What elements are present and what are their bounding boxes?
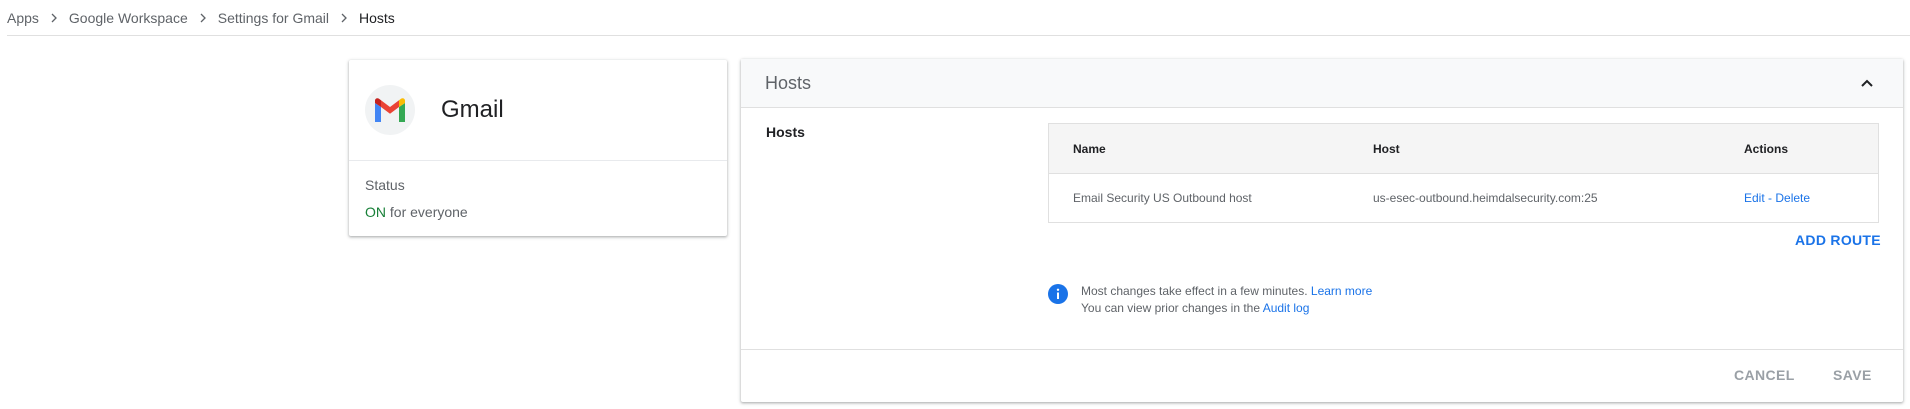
- hosts-table: Name Host Actions Email Security US Outb…: [1048, 123, 1879, 223]
- app-header: Gmail: [349, 60, 727, 161]
- table-row: Email Security US Outbound host us-esec-…: [1049, 174, 1878, 222]
- table-header: Name Host Actions: [1049, 124, 1878, 174]
- host-address-cell: us-esec-outbound.heimdalsecurity.com:25: [1373, 191, 1598, 205]
- actions-cell: Edit - Delete: [1720, 191, 1878, 205]
- cancel-button[interactable]: CANCEL: [1734, 367, 1795, 383]
- learn-more-link[interactable]: Learn more: [1311, 284, 1372, 298]
- save-button[interactable]: SAVE: [1833, 367, 1872, 383]
- delete-link[interactable]: Delete: [1775, 191, 1810, 205]
- chevron-right-icon: [44, 11, 64, 25]
- status-label: Status: [365, 177, 405, 193]
- panel-footer: CANCEL SAVE: [741, 349, 1903, 402]
- status-suffix: for everyone: [386, 204, 468, 220]
- info-line-1-text: Most changes take effect in a few minute…: [1081, 284, 1311, 298]
- column-header-name: Name: [1073, 141, 1106, 156]
- hosts-panel: Hosts Hosts Name Host Actions Email Secu…: [741, 59, 1903, 402]
- gmail-logo-icon: [365, 85, 415, 135]
- info-message: Most changes take effect in a few minute…: [1048, 283, 1372, 317]
- edit-link[interactable]: Edit: [1744, 191, 1765, 205]
- app-name: Gmail: [441, 96, 504, 123]
- app-card: Gmail Status ON for everyone: [349, 60, 727, 236]
- column-header-host: Host: [1373, 141, 1400, 156]
- action-separator: -: [1764, 191, 1776, 205]
- section-label: Hosts: [766, 124, 805, 140]
- status-on-badge: ON: [365, 204, 386, 220]
- breadcrumb-settings-for-gmail[interactable]: Settings for Gmail: [218, 10, 329, 26]
- status-section: Status ON for everyone: [349, 161, 727, 220]
- status-value: ON for everyone: [365, 204, 727, 220]
- chevron-up-icon[interactable]: [1855, 71, 1879, 95]
- host-name-cell: Email Security US Outbound host: [1073, 191, 1252, 205]
- info-icon: [1048, 284, 1068, 304]
- info-line-2-text: You can view prior changes in the: [1081, 301, 1263, 315]
- info-text: Most changes take effect in a few minute…: [1081, 283, 1372, 317]
- chevron-right-icon: [193, 11, 213, 25]
- add-route-button[interactable]: ADD ROUTE: [1795, 232, 1881, 248]
- column-header-actions: Actions: [1744, 141, 1789, 156]
- panel-title: Hosts: [765, 72, 812, 93]
- audit-log-link[interactable]: Audit log: [1263, 301, 1310, 315]
- breadcrumb-apps[interactable]: Apps: [7, 10, 39, 26]
- breadcrumb-hosts: Hosts: [359, 9, 395, 26]
- breadcrumb: Apps Google Workspace Settings for Gmail…: [7, 0, 1910, 36]
- info-line-2: You can view prior changes in the Audit …: [1081, 300, 1372, 317]
- breadcrumb-google-workspace[interactable]: Google Workspace: [69, 10, 188, 26]
- info-line-1: Most changes take effect in a few minute…: [1081, 283, 1372, 300]
- panel-header[interactable]: Hosts: [741, 59, 1903, 108]
- chevron-right-icon: [334, 11, 354, 25]
